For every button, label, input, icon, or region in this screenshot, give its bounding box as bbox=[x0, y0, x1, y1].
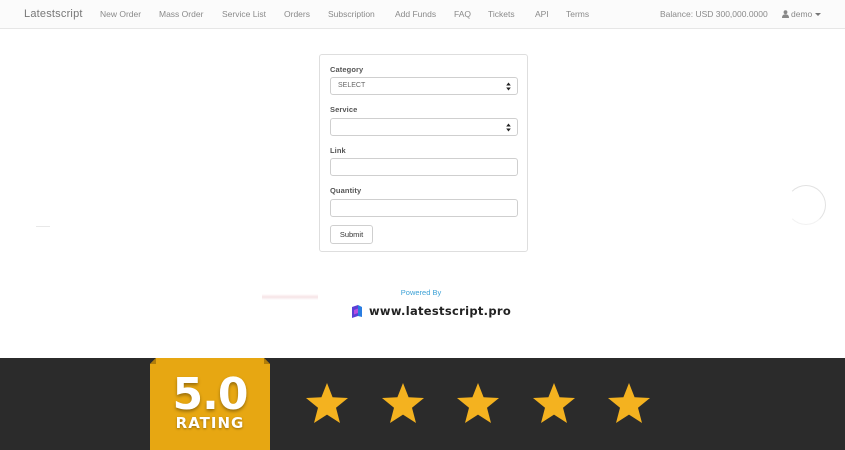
nav-faq[interactable]: FAQ bbox=[454, 9, 471, 19]
star-icon bbox=[457, 383, 499, 423]
nav-add-funds[interactable]: Add Funds bbox=[395, 9, 436, 19]
quantity-label: Quantity bbox=[330, 186, 362, 195]
service-select[interactable] bbox=[330, 118, 518, 136]
select-arrows-icon bbox=[506, 82, 511, 91]
divider bbox=[36, 226, 50, 227]
top-navbar: Latestscript New Order Mass Order Servic… bbox=[0, 0, 845, 29]
star-icon bbox=[381, 383, 424, 423]
user-menu[interactable]: demo bbox=[782, 9, 822, 19]
star-icon bbox=[532, 383, 575, 423]
rating-label: RATING bbox=[175, 414, 245, 432]
link-label: Link bbox=[330, 146, 346, 155]
brand-link[interactable]: Latestscript bbox=[24, 8, 83, 20]
caret-down-icon bbox=[815, 13, 822, 16]
link-input[interactable] bbox=[330, 158, 518, 176]
star-icon bbox=[306, 383, 348, 423]
decorative-line bbox=[262, 294, 318, 300]
decorative-circle bbox=[786, 185, 826, 225]
select-arrows-icon bbox=[506, 123, 511, 132]
category-select[interactable]: SELECT bbox=[330, 77, 518, 95]
user-icon bbox=[782, 10, 789, 18]
user-name: demo bbox=[791, 9, 813, 19]
nav-new-order[interactable]: New Order bbox=[100, 9, 141, 19]
service-label: Service bbox=[330, 105, 358, 114]
nav-terms[interactable]: Terms bbox=[566, 9, 589, 19]
powered-by-label: Powered By bbox=[400, 288, 442, 297]
nav-orders[interactable]: Orders bbox=[284, 9, 310, 19]
nav-mass-order[interactable]: Mass Order bbox=[159, 9, 203, 19]
category-select-value: SELECT bbox=[338, 82, 366, 89]
category-label: Category bbox=[330, 65, 364, 74]
order-form-panel: Category SELECT Service Link Quantity Su… bbox=[319, 54, 528, 252]
nav-subscription[interactable]: Subscription bbox=[328, 9, 375, 19]
quantity-input[interactable] bbox=[330, 199, 518, 217]
latestscript-logo-icon bbox=[352, 305, 362, 318]
submit-button[interactable]: Submit bbox=[330, 225, 373, 244]
star-icon bbox=[608, 383, 650, 423]
nav-api[interactable]: API bbox=[535, 9, 549, 19]
balance-display: Balance: USD 300,000.0000 bbox=[660, 9, 768, 19]
nav-tickets[interactable]: Tickets bbox=[488, 9, 515, 19]
footer-site-url: www.latestscript.pro bbox=[369, 304, 512, 318]
nav-service-list[interactable]: Service List bbox=[222, 9, 266, 19]
